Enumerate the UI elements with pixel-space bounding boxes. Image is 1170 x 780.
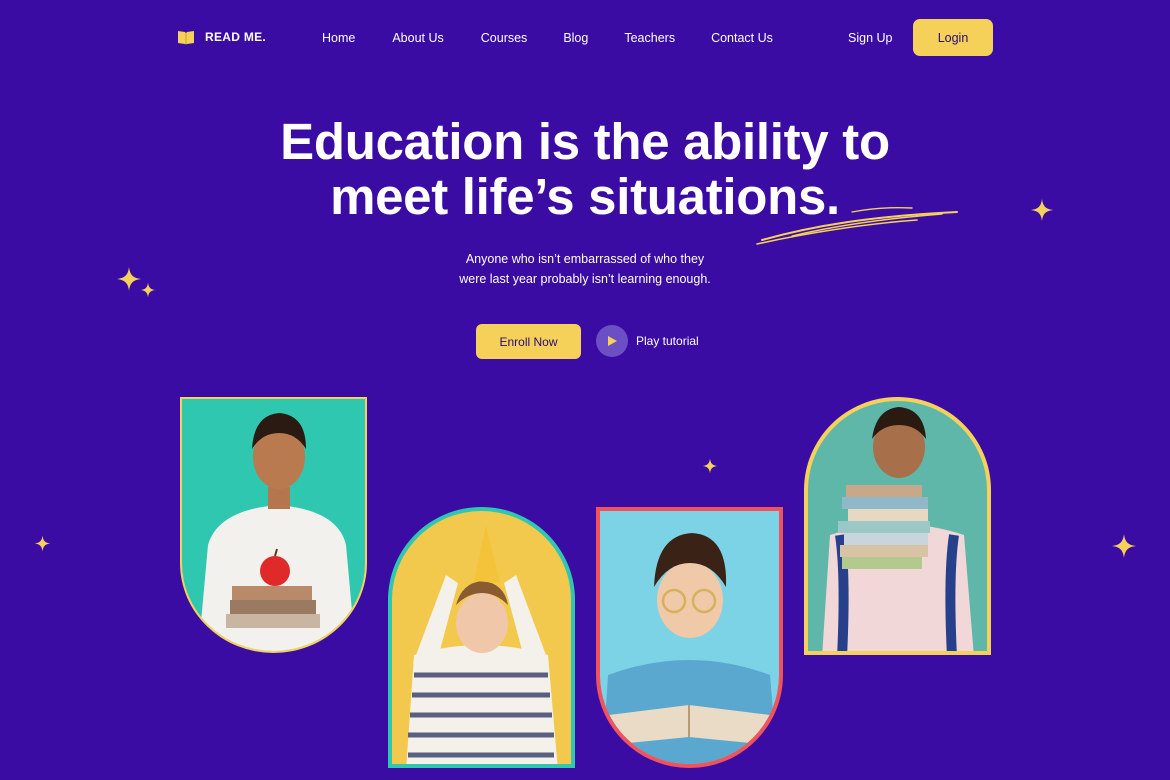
nav-links: Home About Us Courses Blog Teachers Cont… — [322, 31, 773, 45]
play-tutorial-button[interactable]: Play tutorial — [596, 325, 699, 357]
boy-reading-photo — [596, 507, 783, 768]
nav-link-blog[interactable]: Blog — [563, 31, 588, 45]
sparkle-icon — [702, 458, 718, 474]
sparkle-icon — [1112, 534, 1136, 558]
nav-link-courses[interactable]: Courses — [481, 31, 528, 45]
boy-holding-books-photo — [804, 397, 991, 655]
hero-subtitle-line-2: were last year probably isn’t learning e… — [459, 272, 711, 286]
photo-card-child-party-hat — [386, 505, 577, 770]
top-navigation: READ ME. Home About Us Courses Blog Teac… — [0, 0, 1170, 76]
photo-card-boy-holding-books — [802, 395, 993, 657]
play-icon-circle — [596, 325, 628, 357]
nav-link-about-us[interactable]: About Us — [392, 31, 443, 45]
underline-scribble — [756, 206, 958, 245]
photo-card-boy-reading — [594, 505, 785, 770]
brand-logo[interactable]: READ ME. — [177, 29, 266, 45]
hero-subtitle: Anyone who isn’t embarrassed of who they… — [0, 249, 1170, 289]
sparkle-icon — [1030, 198, 1054, 222]
boy-with-apple-photo — [180, 397, 367, 653]
hero-title-line-2: meet life’s situations. — [330, 168, 840, 225]
sign-up-link[interactable]: Sign Up — [848, 31, 892, 45]
hero-subtitle-line-1: Anyone who isn’t embarrassed of who they — [465, 252, 705, 266]
play-tutorial-label: Play tutorial — [636, 334, 699, 348]
nav-link-home[interactable]: Home — [322, 31, 355, 45]
brand-name: READ ME. — [205, 30, 267, 44]
hero-title-line-1: Education is the ability to — [280, 113, 890, 170]
sparkle-icon — [140, 282, 156, 298]
sparkle-icon — [117, 267, 141, 291]
login-button[interactable]: Login — [913, 19, 993, 56]
book-icon — [178, 31, 194, 45]
hero-title: Education is the ability to meet life’s … — [0, 114, 1170, 224]
nav-link-contact-us[interactable]: Contact Us — [711, 31, 773, 45]
photo-card-boy-with-apple — [178, 395, 369, 655]
nav-link-teachers[interactable]: Teachers — [624, 31, 675, 45]
play-icon — [608, 336, 617, 346]
child-party-hat-photo — [388, 507, 575, 768]
sparkle-icon — [34, 535, 51, 552]
enroll-now-button[interactable]: Enroll Now — [476, 324, 581, 359]
